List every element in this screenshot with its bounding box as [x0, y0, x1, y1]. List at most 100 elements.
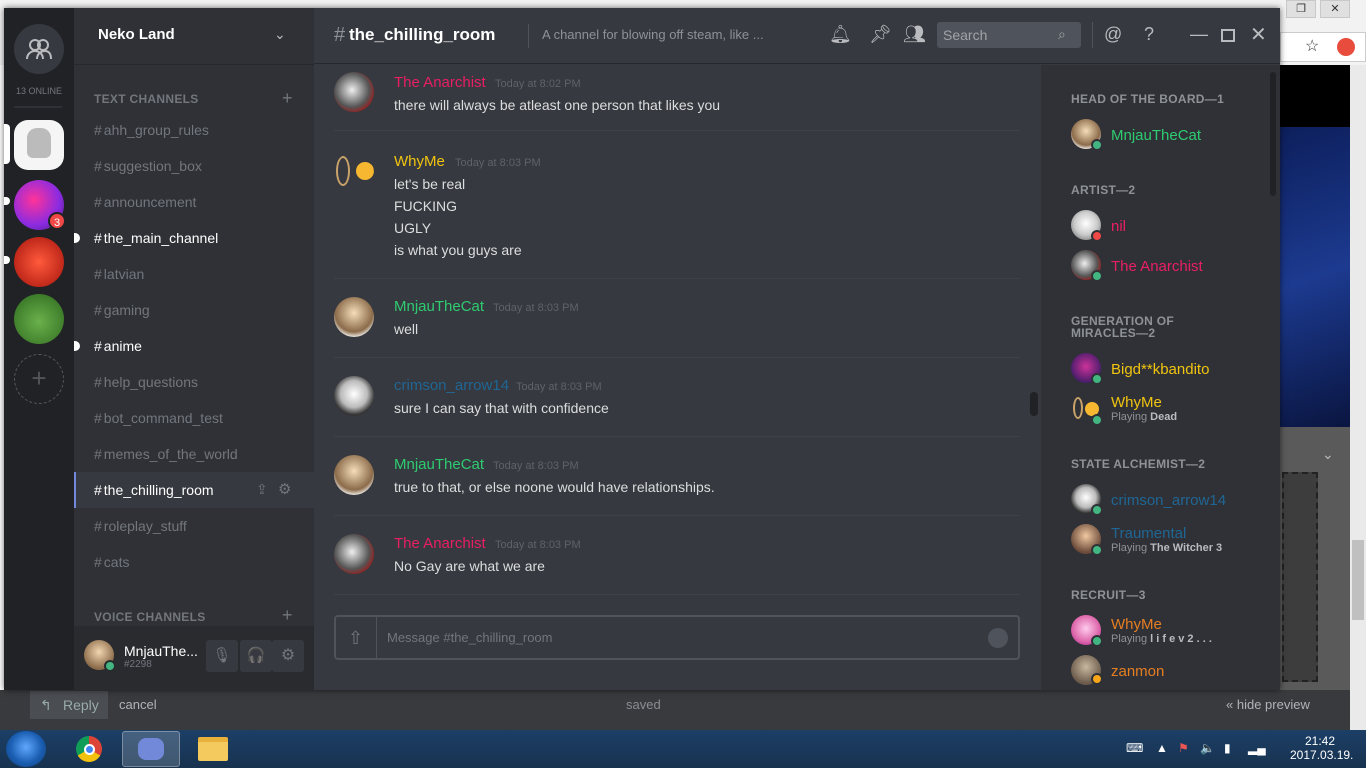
close-icon[interactable]: ✕: [1320, 0, 1350, 18]
member-name[interactable]: WhyMe: [1111, 616, 1162, 633]
volume-icon[interactable]: 🔈: [1200, 741, 1215, 755]
cancel-link[interactable]: cancel: [119, 697, 157, 712]
channel-anime[interactable]: # anime: [94, 338, 142, 354]
channel-memes-of-the-world[interactable]: # memes_of_the_world: [94, 446, 238, 462]
invite-icon[interactable]: ⇪: [256, 481, 268, 498]
text-channels-header[interactable]: TEXT CHANNELS: [94, 92, 199, 106]
channel-the-main-channel[interactable]: # the_main_channel: [94, 230, 218, 246]
browser-scrollbar[interactable]: [1350, 65, 1366, 730]
add-voice-channel-icon[interactable]: +: [282, 605, 293, 626]
user-tag: #2298: [124, 659, 152, 670]
member-name[interactable]: WhyMe: [1111, 394, 1162, 411]
pin-icon[interactable]: 📌︎: [869, 24, 892, 45]
channel-topic[interactable]: A channel for blowing off steam, like ..…: [542, 27, 764, 42]
message-author[interactable]: MnjauTheCat: [394, 456, 484, 473]
member-list-icon[interactable]: 👥︎: [903, 24, 926, 45]
message-text: let's be real: [394, 176, 466, 192]
member-name[interactable]: nil: [1111, 218, 1126, 235]
keyboard-icon[interactable]: ⌨: [1126, 741, 1143, 755]
search-icon: ⌕: [1058, 26, 1066, 42]
message-author[interactable]: The Anarchist: [394, 535, 486, 552]
role-header: GENERATION OF MIRACLES—2: [1071, 314, 1175, 340]
channel-help-questions[interactable]: # help_questions: [94, 374, 198, 390]
member-activity: Playing Dead: [1111, 411, 1177, 423]
tray-expand-icon[interactable]: ▲: [1156, 741, 1168, 755]
hide-preview-link[interactable]: « hide preview: [1226, 697, 1310, 712]
avatar[interactable]: [334, 455, 374, 495]
avatar[interactable]: [334, 534, 374, 574]
friends-button[interactable]: [14, 24, 64, 74]
server-neko-land[interactable]: [14, 120, 64, 170]
help-icon[interactable]: ?: [1144, 24, 1154, 45]
settings-gear-icon[interactable]: ⚙: [272, 640, 304, 672]
minimize-icon[interactable]: —: [1190, 24, 1208, 45]
channel-gaming[interactable]: # gaming: [94, 302, 150, 318]
start-button[interactable]: [6, 731, 46, 767]
gear-icon[interactable]: ⚙: [278, 480, 291, 498]
channel-title: the_chilling_room: [349, 25, 496, 44]
channel-cats[interactable]: # cats: [94, 554, 129, 570]
voice-channels-header[interactable]: VOICE CHANNELS: [94, 610, 206, 624]
browser-address-bar[interactable]: ☆: [1280, 32, 1366, 62]
avatar[interactable]: [334, 376, 374, 416]
explorer-taskbar-button[interactable]: [184, 731, 242, 767]
channel-latvian[interactable]: # latvian: [94, 266, 144, 282]
header-separator: [1092, 22, 1093, 48]
chevron-down-icon[interactable]: ⌄: [274, 26, 286, 43]
battery-icon[interactable]: ▮: [1224, 741, 1231, 755]
reply-bar: [0, 690, 1350, 730]
avatar[interactable]: [334, 297, 374, 337]
discord-taskbar-button[interactable]: [122, 731, 180, 767]
channel-label: latvian: [103, 266, 145, 282]
action-center-icon[interactable]: ⚑: [1178, 741, 1189, 755]
member-name[interactable]: zanmon: [1111, 663, 1164, 680]
upload-button[interactable]: ⇧: [335, 617, 377, 659]
chrome-taskbar-button[interactable]: [60, 731, 118, 767]
headphones-icon[interactable]: 🎧: [240, 640, 272, 672]
reply-button[interactable]: ↰ Reply: [30, 691, 108, 719]
message-text: FUCKING: [394, 198, 457, 214]
browser-scroll-thumb[interactable]: [1352, 540, 1364, 620]
message-author[interactable]: WhyMe: [394, 153, 445, 170]
extension-icon[interactable]: [1337, 38, 1355, 56]
channel-bot-command-test[interactable]: # bot_command_test: [94, 410, 223, 426]
message-author[interactable]: crimson_arrow14: [394, 377, 509, 394]
member-name[interactable]: Bigd**kbandito: [1111, 361, 1209, 378]
mentions-icon[interactable]: @: [1104, 24, 1122, 45]
microphone-icon[interactable]: 🎙: [206, 640, 238, 672]
member-name[interactable]: The Anarchist: [1111, 258, 1203, 275]
close-window-icon[interactable]: ✕: [1250, 22, 1267, 47]
message-input[interactable]: Message #the_chilling_room: [387, 630, 552, 645]
bell-icon[interactable]: 🔔︎: [829, 24, 852, 45]
chrome-icon: [76, 736, 102, 762]
member-name[interactable]: MnjauTheCat: [1111, 127, 1201, 144]
server-pepe-avatar[interactable]: [14, 294, 64, 344]
member-name[interactable]: Traumental: [1111, 525, 1186, 542]
channel-suggestion-box[interactable]: # suggestion_box: [94, 158, 202, 174]
channel-ahh-group-rules[interactable]: # ahh_group_rules: [94, 122, 209, 138]
header-separator: [528, 24, 529, 48]
channel-roleplay-stuff[interactable]: # roleplay_stuff: [94, 518, 187, 534]
selected-server-pip: [4, 124, 10, 164]
message-author[interactable]: The Anarchist: [394, 74, 486, 91]
member-name[interactable]: crimson_arrow14: [1111, 492, 1226, 509]
avatar[interactable]: [334, 152, 374, 192]
emoji-icon[interactable]: [988, 628, 1008, 648]
chevron-down-icon[interactable]: ⌄: [1322, 446, 1334, 463]
channel-announcement[interactable]: # announcement: [94, 194, 196, 210]
add-channel-icon[interactable]: +: [282, 88, 293, 109]
channel-the-chilling-room[interactable]: # the_chilling_room: [94, 482, 214, 498]
avatar[interactable]: [334, 72, 374, 112]
network-icon[interactable]: ▂▄: [1248, 741, 1266, 755]
message-author[interactable]: MnjauTheCat: [394, 298, 484, 315]
star-icon[interactable]: ☆: [1305, 36, 1319, 56]
add-server-button[interactable]: +: [14, 354, 64, 404]
server-red-avatar[interactable]: [14, 237, 64, 287]
message-scrollbar[interactable]: [1030, 392, 1038, 416]
server-name[interactable]: Neko Land: [98, 26, 175, 43]
clock[interactable]: 21:42 2017.03.19.: [1290, 734, 1353, 762]
message-timestamp: Today at 8:03 PM: [493, 460, 579, 472]
restore-icon[interactable]: ❐: [1286, 0, 1316, 18]
member-scrollbar[interactable]: [1270, 72, 1276, 196]
maximize-icon[interactable]: [1221, 29, 1235, 42]
